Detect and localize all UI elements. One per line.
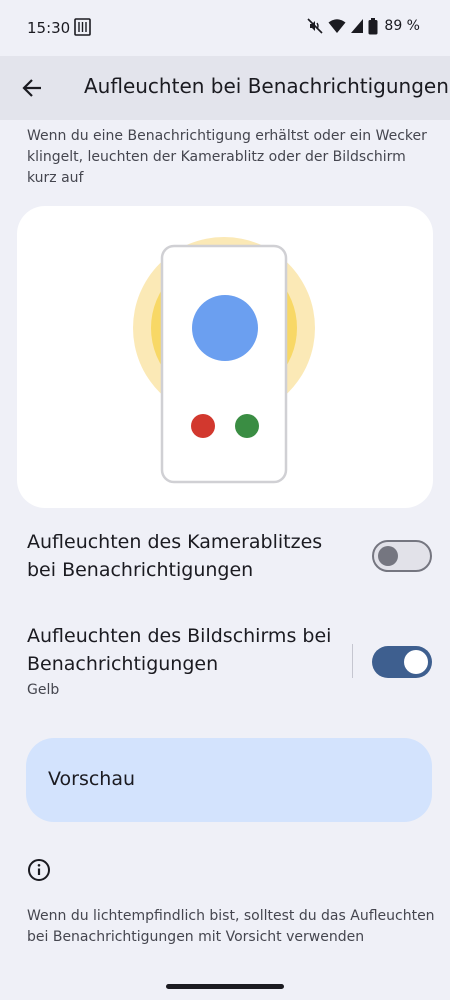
wifi-icon <box>328 19 346 33</box>
camera-flash-switch[interactable] <box>372 540 432 572</box>
page-title: Aufleuchten bei Benachrichtigungen <box>84 74 449 98</box>
green-dot <box>235 414 259 438</box>
status-bar: 15:30 89 % <box>0 0 450 56</box>
cell-signal-icon <box>351 19 364 33</box>
switch-thumb <box>378 546 398 566</box>
red-dot <box>191 414 215 438</box>
preview-label: Vorschau <box>48 768 136 790</box>
camera-flash-title: Aufleuchten des Kamerablitzes bei Benach… <box>27 531 323 581</box>
battery-percent: 89 % <box>384 18 420 34</box>
status-icons: 89 % <box>306 17 420 35</box>
divider <box>352 644 353 678</box>
camera-flash-setting[interactable]: Aufleuchten des Kamerablitzes bei Benach… <box>0 526 450 590</box>
screen-flash-switch[interactable] <box>372 646 432 678</box>
flash-illustration <box>17 206 433 508</box>
screen-flash-setting[interactable]: Aufleuchten des Bildschirms bei Benachri… <box>0 620 450 704</box>
screen-flash-title: Aufleuchten des Bildschirms bei Benachri… <box>27 625 332 675</box>
mute-icon <box>307 18 323 34</box>
gesture-nav-handle[interactable] <box>166 984 284 989</box>
status-time: 15:30 <box>27 19 71 37</box>
page-description: Wenn du eine Benachrichtigung erhältst o… <box>27 128 427 186</box>
gallery-icon <box>74 18 91 36</box>
preview-button[interactable]: Vorschau <box>26 738 432 822</box>
battery-icon <box>368 17 378 34</box>
footer-warning: Wenn du lichtempfindlich bist, solltest … <box>27 908 435 945</box>
blue-dot <box>192 295 258 361</box>
app-bar: Aufleuchten bei Benachrichtigungen <box>0 56 450 120</box>
info-icon <box>28 859 50 881</box>
screen-flash-color: Gelb <box>27 682 60 698</box>
arrow-back-icon <box>22 79 41 97</box>
back-button[interactable] <box>14 70 50 106</box>
switch-thumb <box>404 650 428 674</box>
phone-illustration <box>133 237 315 484</box>
phone-frame <box>160 244 288 484</box>
